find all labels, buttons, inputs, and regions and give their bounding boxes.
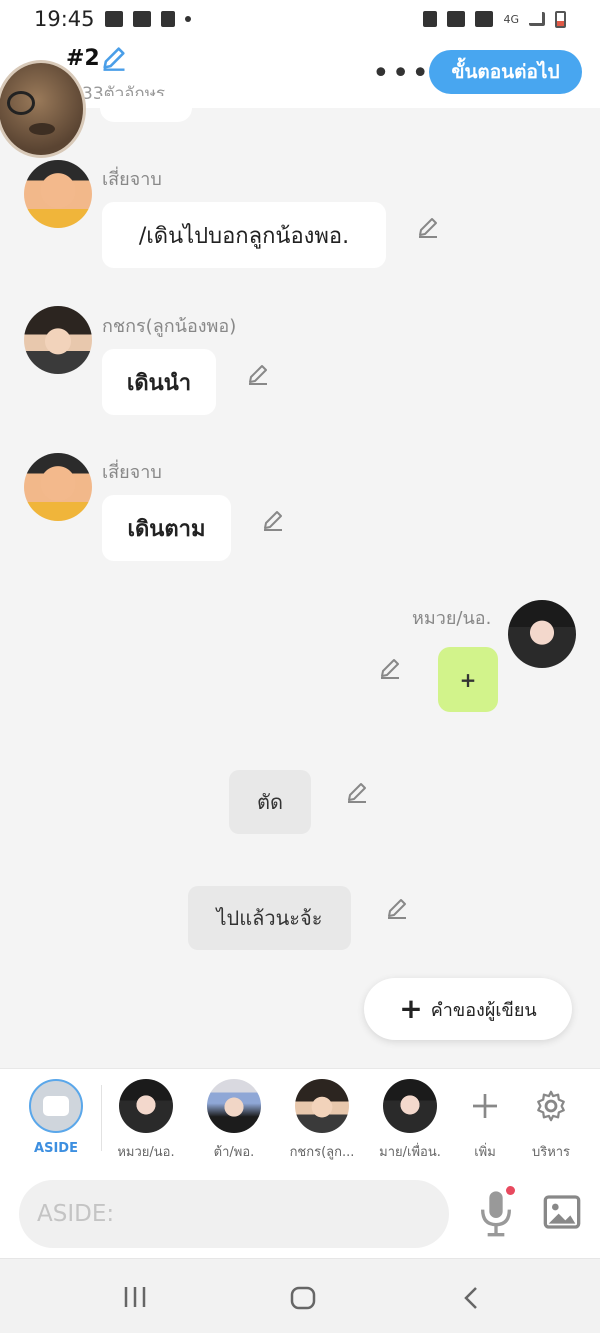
- cast-character-muay[interactable]: หมวย/นอ.: [106, 1079, 186, 1162]
- cast-label: บริหาร: [531, 1145, 571, 1160]
- message-bubble[interactable]: /เดินไปบอกลูกน้องพอ.: [102, 202, 386, 268]
- pencil-icon[interactable]: [246, 362, 270, 386]
- home-icon[interactable]: [289, 1285, 317, 1311]
- avatar: [207, 1079, 261, 1133]
- status-bar: 19:45 4G: [0, 0, 600, 38]
- recording-dot-icon: [506, 1186, 515, 1195]
- cast-character-ta[interactable]: ต้า/พอ.: [194, 1079, 274, 1162]
- avatar-kotchakorn[interactable]: [24, 306, 92, 374]
- episode-number: #2: [66, 46, 100, 71]
- more-options-button[interactable]: •••: [372, 56, 431, 91]
- cast-label: ต้า/พอ.: [213, 1145, 255, 1160]
- recent-apps-icon[interactable]: [122, 1285, 148, 1309]
- pencil-icon[interactable]: [416, 215, 440, 239]
- pencil-icon[interactable]: [261, 508, 285, 532]
- gear-icon: [511, 1079, 591, 1133]
- pencil-icon[interactable]: [385, 896, 409, 920]
- narration-bubble[interactable]: ตัด: [229, 770, 311, 834]
- cast-aside[interactable]: ASIDE: [16, 1079, 96, 1156]
- divider: [101, 1085, 102, 1151]
- message-input[interactable]: [19, 1180, 449, 1248]
- avatar: [295, 1079, 349, 1133]
- avatar-muay[interactable]: [508, 600, 576, 668]
- signal-icon: [529, 12, 545, 26]
- aside-icon: [29, 1079, 83, 1133]
- battery-icon: [555, 10, 566, 28]
- author-note-button[interactable]: + คำของผู้เขียน: [364, 978, 572, 1040]
- status-time: 19:45: [34, 7, 95, 31]
- pencil-icon[interactable]: [345, 780, 369, 804]
- mic-icon[interactable]: [476, 1188, 516, 1238]
- speaker-name: เสี่ยจาบ: [102, 169, 162, 190]
- tiktok-icon: [160, 11, 175, 27]
- edit-episode-icon[interactable]: [100, 44, 128, 76]
- image-icon[interactable]: [542, 1192, 582, 1232]
- avatar: [383, 1079, 437, 1133]
- character-bar: ASIDE หมวย/นอ. ต้า/พอ. กชกร(ลูก... มาย/เ…: [0, 1068, 600, 1170]
- pencil-icon[interactable]: [378, 656, 402, 680]
- avatar-sia-jab[interactable]: [24, 160, 92, 228]
- mute-icon: [475, 11, 494, 27]
- cast-label: มาย/เพื่อน.: [379, 1145, 441, 1160]
- add-message-bubble[interactable]: +: [438, 647, 498, 712]
- facebook-icon: [132, 11, 151, 27]
- plus-icon: +: [399, 992, 423, 1025]
- message-bubble[interactable]: เดินตาม: [102, 495, 231, 561]
- speaker-name: หมวย/นอ.: [412, 608, 492, 629]
- manage-characters-button[interactable]: บริหาร: [511, 1079, 591, 1162]
- previous-bubble: [100, 96, 192, 122]
- next-step-button[interactable]: ขั้นตอนต่อไป: [429, 50, 582, 94]
- alarm-icon: [447, 11, 466, 27]
- cast-label: หมวย/นอ.: [117, 1145, 175, 1160]
- notification-dot-icon: [184, 16, 191, 22]
- cast-character-mai[interactable]: มาย/เพื่อน.: [370, 1079, 450, 1162]
- message-bubble[interactable]: เดินนำ: [102, 349, 216, 415]
- cast-character-kotchakorn[interactable]: กชกร(ลูก...: [282, 1079, 362, 1162]
- system-navigation-bar: [0, 1258, 600, 1333]
- cast-label: ASIDE: [34, 1141, 78, 1156]
- app-notification-icon: [423, 11, 438, 27]
- cast-label: กชกร(ลูก...: [289, 1145, 355, 1160]
- story-cover-image[interactable]: [0, 60, 86, 158]
- narration-bubble[interactable]: ไปแล้วนะจ้ะ: [188, 886, 351, 950]
- avatar-sia-jab[interactable]: [24, 453, 92, 521]
- gallery-icon: [104, 11, 123, 27]
- author-note-label: คำของผู้เขียน: [430, 999, 537, 1021]
- avatar: [119, 1079, 173, 1133]
- back-icon[interactable]: [461, 1285, 481, 1311]
- composer: [0, 1170, 600, 1258]
- speaker-name: กชกร(ลูกน้องพอ): [102, 316, 237, 337]
- story-header: #2 33ตัวอักษร ••• ขั้นตอนต่อไป: [0, 38, 600, 108]
- network-type: 4G: [503, 12, 519, 26]
- speaker-name: เสี่ยจาบ: [102, 462, 162, 483]
